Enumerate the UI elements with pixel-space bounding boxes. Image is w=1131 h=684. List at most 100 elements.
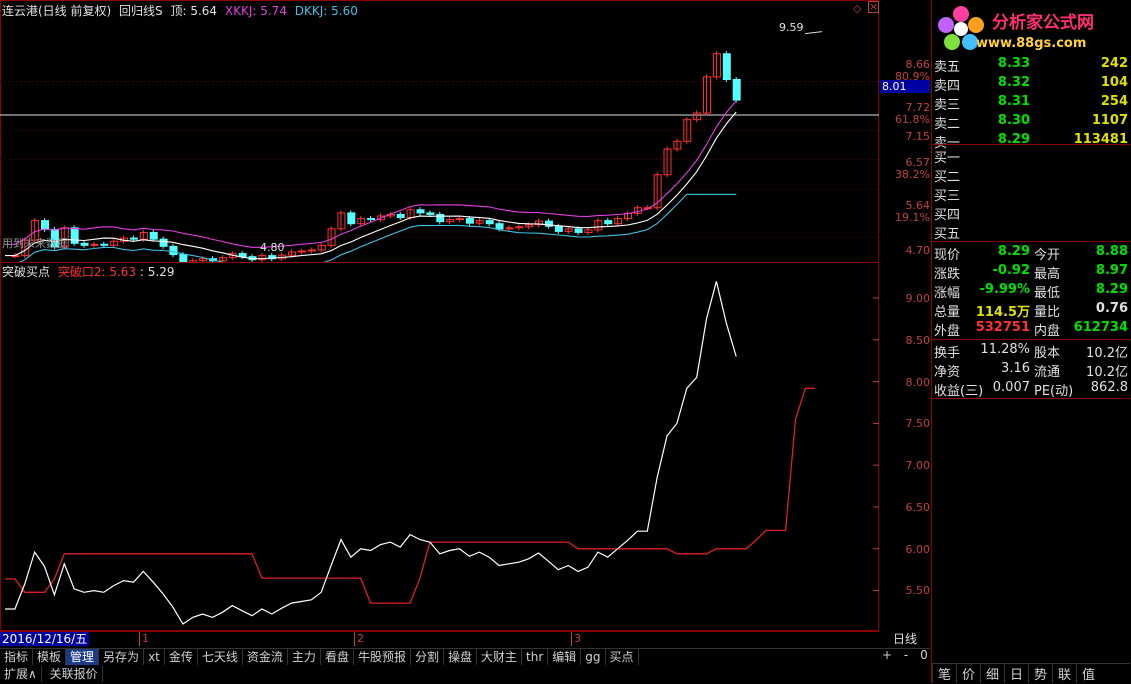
order-price: 8.33: [997, 56, 1030, 71]
candle-body: [465, 218, 474, 224]
fund-label: 换手: [934, 346, 961, 361]
panel-nav-button[interactable]: 笔: [932, 664, 956, 683]
toolbar-button[interactable]: xt: [144, 649, 165, 665]
stat-label: 总量: [934, 305, 961, 320]
quote-row: 卖三 8.31 254: [932, 93, 1130, 113]
toolbar-button[interactable]: 指标: [0, 649, 34, 665]
order-label: 买五: [934, 227, 961, 242]
toolbar-button[interactable]: thr: [522, 649, 549, 665]
fund-value: 0.007: [992, 380, 1030, 395]
order-volume: 242: [1100, 56, 1128, 71]
order-label: 买一: [934, 151, 961, 166]
zoom-out-button[interactable]: -: [904, 648, 908, 662]
quote-row: 外盘 532751 内盘 612734: [932, 319, 1130, 339]
axis-tick: 7.00: [905, 459, 931, 472]
toolbar-button[interactable]: 主力: [288, 649, 321, 665]
toolbar-button[interactable]: 管理: [66, 649, 100, 665]
high-arrow: [804, 31, 823, 35]
month-tick: 2: [354, 632, 364, 646]
toolbar-button[interactable]: 看盘: [321, 649, 354, 665]
quote-row: 换手 11.28% 股本 10.2亿: [932, 341, 1130, 361]
fundamentals: 换手 11.28% 股本 10.2亿 净资 3.16 流通 10.2亿 收益(三) 0.007 PE…: [932, 340, 1130, 399]
candle-body: [416, 209, 425, 214]
toolbar-button[interactable]: 分割: [411, 649, 444, 665]
panel-nav-button[interactable]: 联: [1052, 664, 1076, 683]
quote-panel: 分析家公式网 www.88gs.com 卖五 8.33 242 卖四 8.32 104 卖三…: [931, 0, 1131, 683]
stat-label: 量比: [1034, 305, 1061, 320]
time-bar[interactable]: [0, 631, 879, 648]
quote-row: 涨幅 -9.99% 最低 8.29: [932, 281, 1130, 301]
candle-body: [505, 227, 514, 230]
reset-button[interactable]: 0: [920, 648, 928, 662]
axis-tick: 38.2%: [895, 168, 930, 181]
stat-label: 现价: [934, 248, 961, 263]
regression-line: [5, 111, 737, 260]
stat-label: 外盘: [934, 324, 961, 339]
candle-body: [426, 212, 435, 215]
pane-close-icon[interactable]: ×: [868, 1, 879, 13]
axis-tick: 4.70: [905, 244, 931, 257]
toolbar-button[interactable]: 买点: [606, 649, 639, 665]
order-volume: 254: [1100, 94, 1128, 109]
toolbar-button[interactable]: gg: [581, 649, 606, 665]
axis-tick: 8.50: [905, 334, 931, 347]
month-tick: 1: [139, 632, 149, 646]
candle-body: [436, 213, 445, 223]
expand-tab[interactable]: 扩展∧: [0, 666, 42, 682]
axis-tick: 9.00: [905, 292, 931, 305]
panel-nav-button[interactable]: 细: [980, 664, 1004, 683]
kline-chart[interactable]: [0, 14, 879, 262]
panel-nav-button[interactable]: 势: [1028, 664, 1052, 683]
candle-body: [396, 213, 405, 219]
toolbar-button[interactable]: 牛股预报: [354, 649, 411, 665]
bottom-tabs: 扩展∧ 关联报价: [0, 666, 103, 683]
future-data-note: 用到未来数据: [2, 237, 68, 250]
panel-nav: 笔价细日势联值: [932, 663, 1130, 684]
toolbar-button[interactable]: 资金流: [243, 649, 288, 665]
fund-label: 收益(三): [934, 384, 984, 399]
candle-body: [495, 223, 504, 230]
candle-body: [129, 237, 138, 240]
quote-row: 收益(三) 0.007 PE(动) 862.8: [932, 379, 1130, 399]
panel-nav-button[interactable]: 价: [956, 664, 980, 683]
quote-row: 卖五 8.33 242: [932, 55, 1130, 75]
candle-body: [41, 220, 50, 230]
fund-label: PE(动): [1034, 384, 1074, 399]
toolbar-button[interactable]: 模板: [33, 649, 67, 665]
toolbar-button[interactable]: 金传: [165, 649, 198, 665]
sub-axis: 9.00 8.50 8.00 7.50 7.00 6.50 6.00 5.50: [880, 262, 931, 631]
zoom-controls: + - 0: [882, 648, 928, 662]
stat-label: 涨幅: [934, 286, 961, 301]
quote-row: 买一: [932, 146, 1130, 166]
stat-label: 最高: [1034, 267, 1061, 282]
toolbar-button[interactable]: 七天线: [198, 649, 243, 665]
stat-value: 532751: [975, 320, 1030, 335]
toolbar-button[interactable]: 编辑: [548, 649, 582, 665]
candle-body: [347, 212, 356, 225]
order-label: 卖四: [934, 79, 961, 94]
stat-value: 8.29: [997, 244, 1030, 259]
period-button[interactable]: 日线: [881, 632, 929, 646]
stat-value: 8.29: [1095, 282, 1128, 297]
sell-orders: 卖五 8.33 242 卖四 8.32 104 卖三 8.31 254 卖二 8.30 1107 卖一 8…: [932, 47, 1130, 151]
kline-axis: 8.66 80.9% 7.72 61.8% 7.15 6.57 38.2% 5.…: [880, 0, 930, 263]
order-price: 8.31: [997, 94, 1030, 109]
buy-orders: 买一 买二 买三 买四 买五: [932, 145, 1130, 242]
quote-row: 买二: [932, 165, 1130, 185]
order-price: 8.30: [997, 113, 1030, 128]
toolbar-button[interactable]: 另存为: [99, 649, 145, 665]
order-price: 8.32: [997, 75, 1030, 90]
toolbar-button[interactable]: 操盘: [444, 649, 477, 665]
candle-body: [169, 245, 178, 256]
axis-tick: 6.00: [905, 543, 931, 556]
stat-value: 114.5万: [975, 305, 1030, 320]
panel-nav-button[interactable]: 日: [1004, 664, 1028, 683]
stat-label: 今开: [1034, 248, 1061, 263]
panel-nav-button[interactable]: 值: [1076, 664, 1100, 683]
toolbar-button[interactable]: 大财主: [477, 649, 523, 665]
candle-body: [554, 225, 563, 232]
axis-tick: 7.50: [905, 417, 931, 430]
linked-quote-tab[interactable]: 关联报价: [46, 666, 103, 682]
zoom-in-button[interactable]: +: [882, 648, 892, 662]
sub-chart[interactable]: [0, 262, 879, 631]
